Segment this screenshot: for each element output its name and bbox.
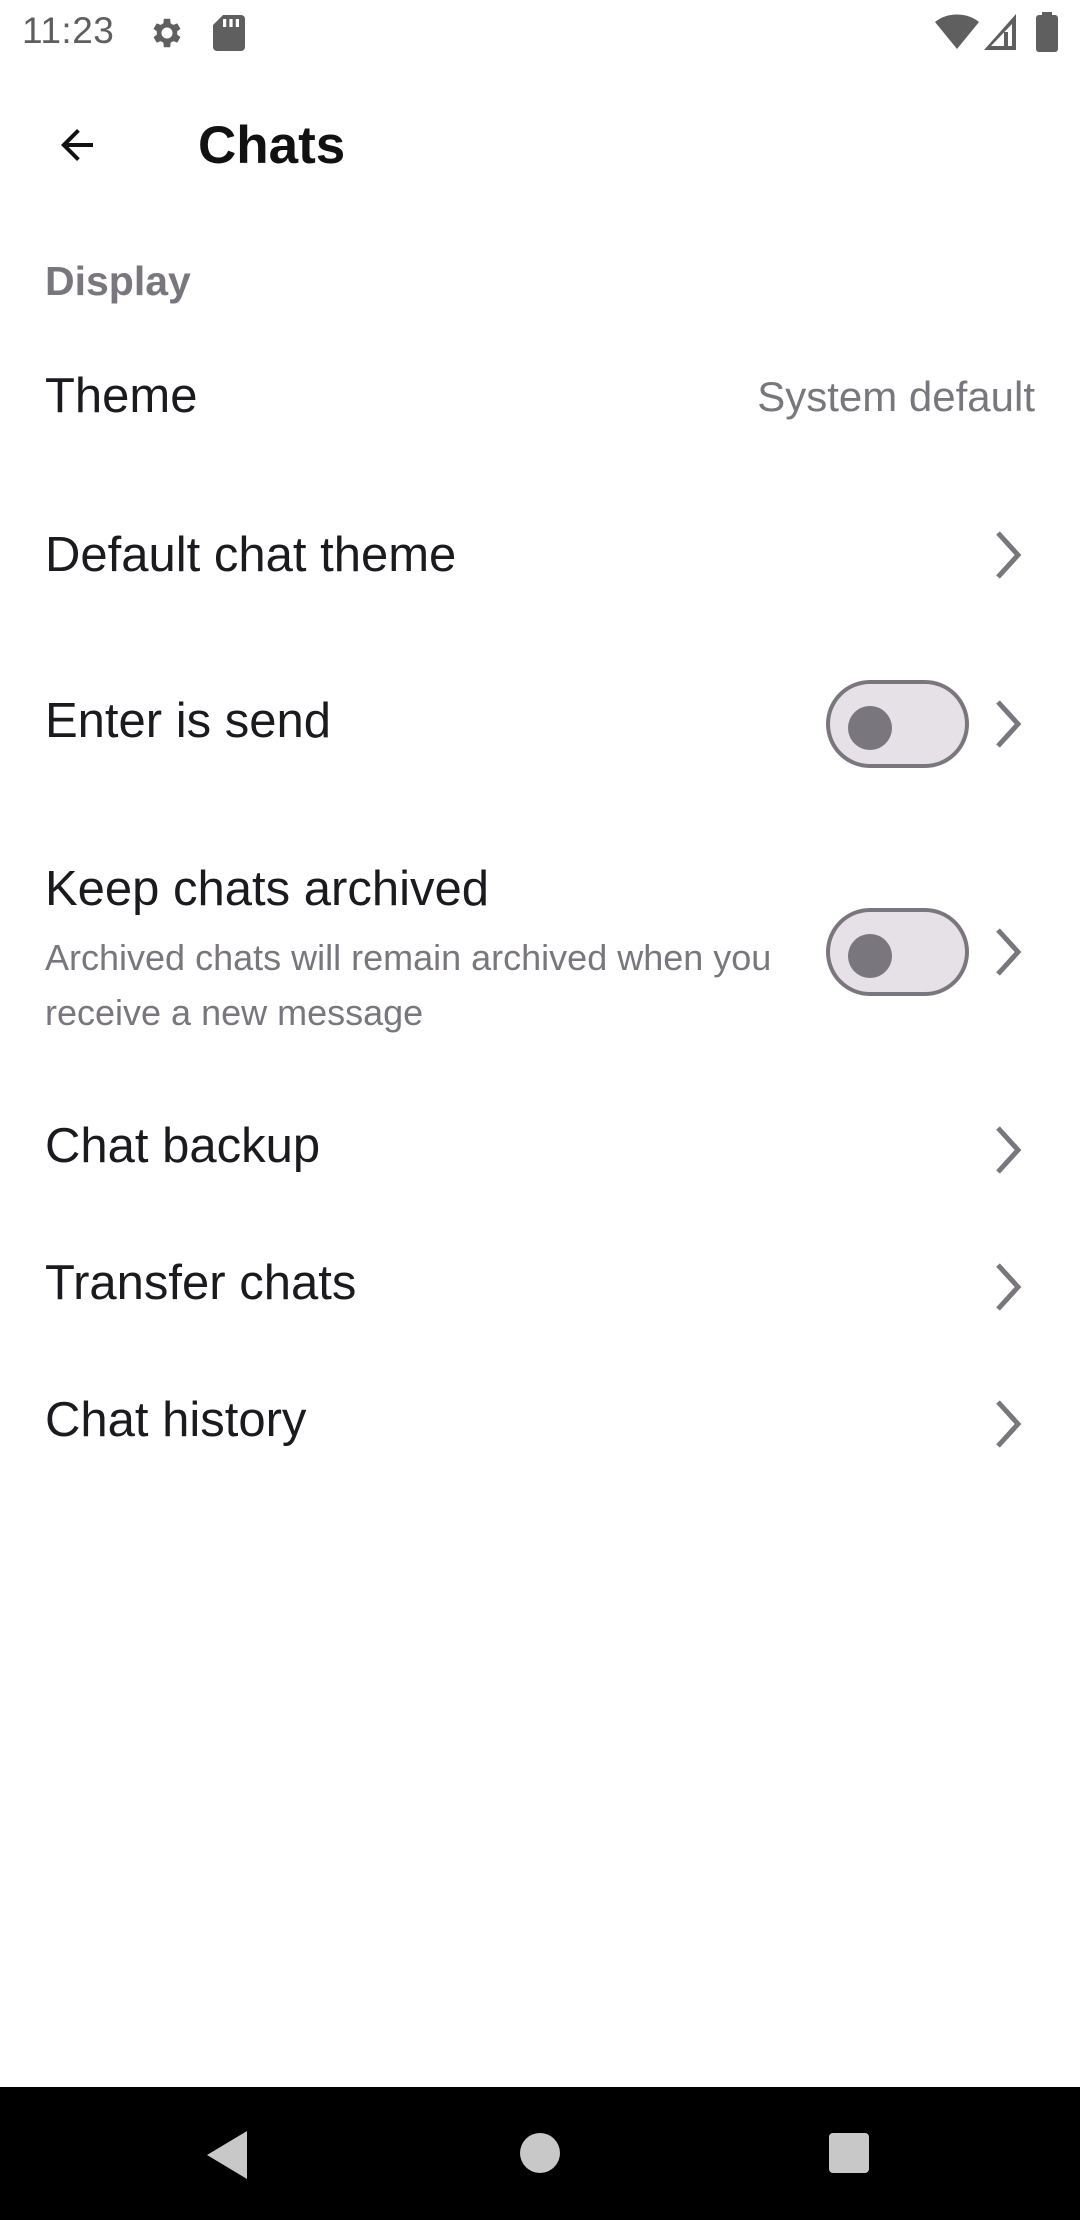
setting-enter-is-send[interactable]: Enter is send (0, 670, 1080, 780)
status-bar: 11:23 (0, 0, 1080, 66)
home-circle-icon[interactable] (519, 2132, 561, 2174)
setting-default-chat-theme[interactable]: Default chat theme (0, 500, 1080, 610)
setting-label: Enter is send (45, 694, 331, 748)
toggle-knob (848, 934, 892, 978)
setting-label: Transfer chats (45, 1256, 357, 1310)
setting-label: Keep chats archived (45, 862, 489, 916)
status-time: 11:23 (22, 10, 115, 51)
battery-icon (1036, 12, 1058, 52)
gear-icon (148, 14, 186, 52)
enter-is-send-toggle[interactable] (826, 680, 969, 768)
chevron-right-icon (988, 1122, 1028, 1178)
chevron-right-icon (988, 1396, 1028, 1452)
setting-subtitle: Archived chats will remain archived when… (45, 937, 772, 1033)
chevron-right-icon (988, 696, 1028, 752)
chevron-right-icon (988, 924, 1028, 980)
section-header-display: Display (45, 258, 191, 304)
arrow-back-icon (53, 121, 101, 169)
page-title: Chats (198, 116, 346, 175)
setting-transfer-chats[interactable]: Transfer chats (0, 1232, 1080, 1342)
keep-chats-archived-toggle[interactable] (826, 908, 969, 996)
setting-chat-history[interactable]: Chat history (0, 1369, 1080, 1479)
setting-label: Chat backup (45, 1119, 321, 1173)
system-nav-bar (0, 2087, 1080, 2220)
setting-keep-chats-archived[interactable]: Keep chats archived Archived chats will … (0, 850, 1080, 1050)
chevron-right-icon (988, 1259, 1028, 1315)
cell-signal-icon (984, 14, 1016, 50)
toggle-knob (848, 706, 892, 750)
wifi-icon (935, 14, 979, 50)
back-triangle-icon[interactable] (203, 2129, 251, 2181)
setting-label: Default chat theme (45, 528, 457, 582)
recents-square-icon[interactable] (828, 2132, 870, 2174)
sd-card-icon (213, 15, 245, 51)
back-button[interactable] (34, 102, 120, 188)
setting-theme[interactable]: Theme System default (0, 340, 1080, 450)
chevron-right-icon (988, 527, 1028, 583)
setting-chat-backup[interactable]: Chat backup (0, 1095, 1080, 1205)
setting-label: Chat history (45, 1393, 307, 1447)
setting-label: Theme (45, 369, 198, 423)
setting-value: System default (757, 373, 1035, 420)
